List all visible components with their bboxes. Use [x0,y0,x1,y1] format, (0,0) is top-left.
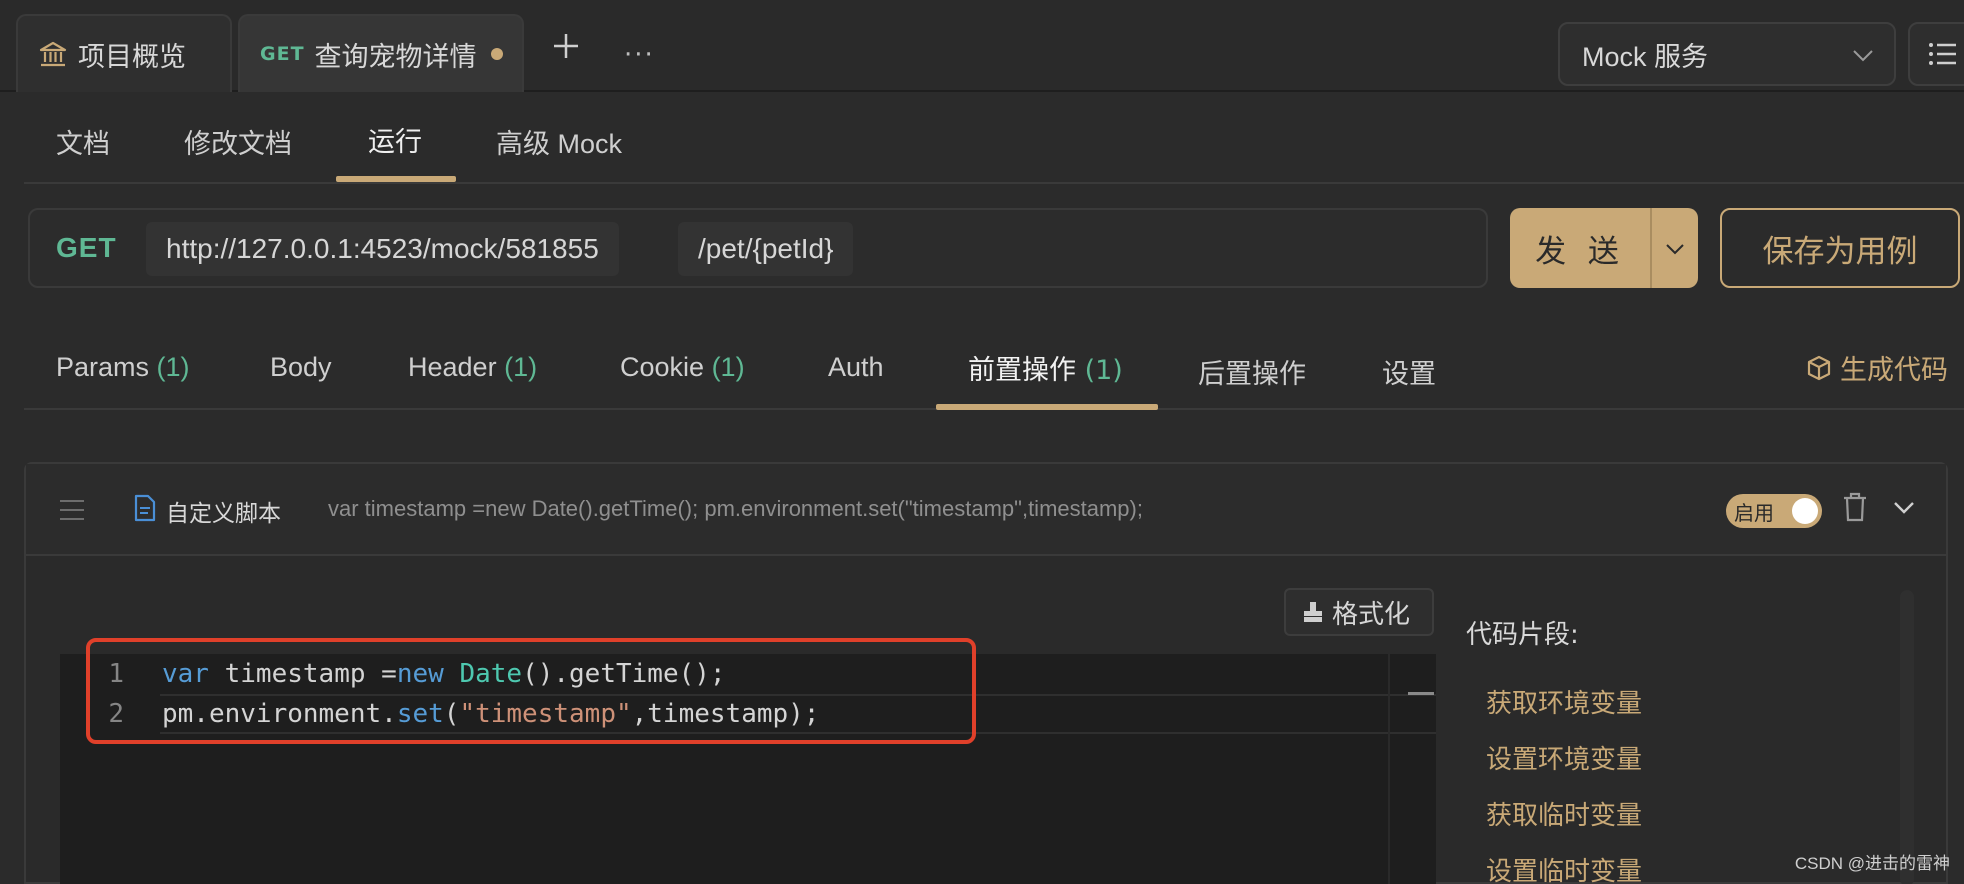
snippets-scrollbar[interactable] [1900,590,1914,884]
format-button[interactable]: 格式化 [1284,588,1434,636]
enable-toggle[interactable]: 启用 [1726,494,1822,528]
code-snippets: 代码片段: 获取环境变量 设置环境变量 获取临时变量 设置临时变量 [1466,614,1886,884]
snippet-get-temp-var[interactable]: 获取临时变量 [1486,795,1886,851]
tab-label: 查询宠物详情 [314,41,477,73]
tab-count: (1) [156,352,190,382]
tab-label: Cookie [620,352,705,382]
snippets-title: 代码片段: [1466,620,1579,650]
api-subtabs: 文档 修改文档 运行 高级 Mock [24,92,1964,184]
tab-query-pet-detail[interactable]: GET 查询宠物详情 [238,14,524,92]
overview-ruler-mark [1408,692,1434,695]
list-icon [1929,43,1956,65]
tab-label: Params [56,352,150,382]
send-label: 发 送 [1535,233,1625,270]
format-label: 格式化 [1332,599,1411,630]
tab-count: (1) [711,352,745,382]
drag-handle-icon[interactable] [58,498,86,522]
file-code-icon [134,494,156,522]
chevron-down-icon [1853,50,1873,62]
tab-auth[interactable]: Auth [828,352,884,383]
unsaved-dot-icon [490,48,503,60]
toggle-label: 启用 [1734,500,1774,525]
watermark: CSDN @进击的雷神 [1794,854,1950,873]
tab-label: 后置操作 [1198,359,1306,390]
tab-label: 前置操作 [968,355,1076,386]
brush-icon [1304,602,1322,622]
method-select[interactable]: GET [56,232,117,264]
tab-header[interactable]: Header (1) [408,352,537,383]
tab-label: Header [408,352,497,382]
tab-label: 设置 [1382,359,1436,390]
toggle-knob [1792,498,1818,524]
tab-settings[interactable]: 设置 [1382,352,1436,391]
tab-pre-processors[interactable]: 前置操作 (1) [968,348,1123,387]
bank-icon [39,41,67,67]
method-badge: GET [260,43,305,65]
top-tab-bar: 项目概览 GET 查询宠物详情 ··· Mock 服务 [0,0,1964,92]
trash-icon[interactable] [1842,492,1868,522]
tab-advanced-mock[interactable]: 高级 Mock [496,122,622,161]
snippet-set-env-var[interactable]: 设置环境变量 [1486,739,1886,795]
send-button[interactable]: 发 送 [1510,208,1698,288]
cube-icon [1807,355,1831,380]
script-title: 自定义脚本 [166,501,281,527]
pre-script-panel: 自定义脚本 var timestamp =new Date().getTime(… [24,462,1948,884]
more-tabs-button[interactable]: ··· [624,40,655,70]
request-tabs: Params (1) Body Header (1) Cookie (1) Au… [24,312,1964,410]
add-tab-button[interactable] [548,28,584,64]
chevron-down-icon[interactable] [1892,498,1916,518]
tab-run[interactable]: 运行 [368,120,422,159]
active-tab-indicator [336,176,456,182]
request-url-bar: GET http://127.0.0.1:4523/mock/581855 /p… [28,208,1488,288]
tab-doc[interactable]: 文档 [56,122,110,161]
tab-label: 项目概览 [78,41,186,73]
tab-count: (1) [1084,355,1123,386]
chevron-down-icon[interactable] [1664,238,1686,260]
path-input[interactable]: /pet/{petId} [678,222,854,276]
tab-label: Auth [828,352,884,382]
tab-body[interactable]: Body [270,352,332,383]
save-as-case-button[interactable]: 保存为用例 [1720,208,1960,288]
environment-select[interactable]: Mock 服务 [1558,22,1896,86]
divider [1650,208,1652,288]
tab-label: Body [270,352,332,382]
tab-count: (1) [504,352,538,382]
tab-edit-doc[interactable]: 修改文档 [184,122,292,161]
script-header[interactable]: 自定义脚本 var timestamp =new Date().getTime(… [26,464,1946,556]
generate-code-label: 生成代码 [1840,355,1948,386]
tab-cookie[interactable]: Cookie (1) [620,352,745,383]
base-url-field[interactable]: http://127.0.0.1:4523/mock/581855 [146,222,619,276]
active-tab-indicator [936,404,1158,410]
annotation-highlight-box [86,638,976,744]
snippet-get-env-var[interactable]: 获取环境变量 [1486,683,1886,739]
environment-value: Mock 服务 [1582,41,1709,72]
tab-params[interactable]: Params (1) [56,352,190,383]
tab-project-overview[interactable]: 项目概览 [16,14,232,92]
editor-ruler [1388,654,1390,884]
environment-manage-button[interactable] [1908,22,1964,86]
tab-post-processors[interactable]: 后置操作 [1198,352,1306,391]
script-preview: var timestamp =new Date().getTime(); pm.… [328,496,1143,521]
generate-code-button[interactable]: 生成代码 [1806,348,1948,387]
